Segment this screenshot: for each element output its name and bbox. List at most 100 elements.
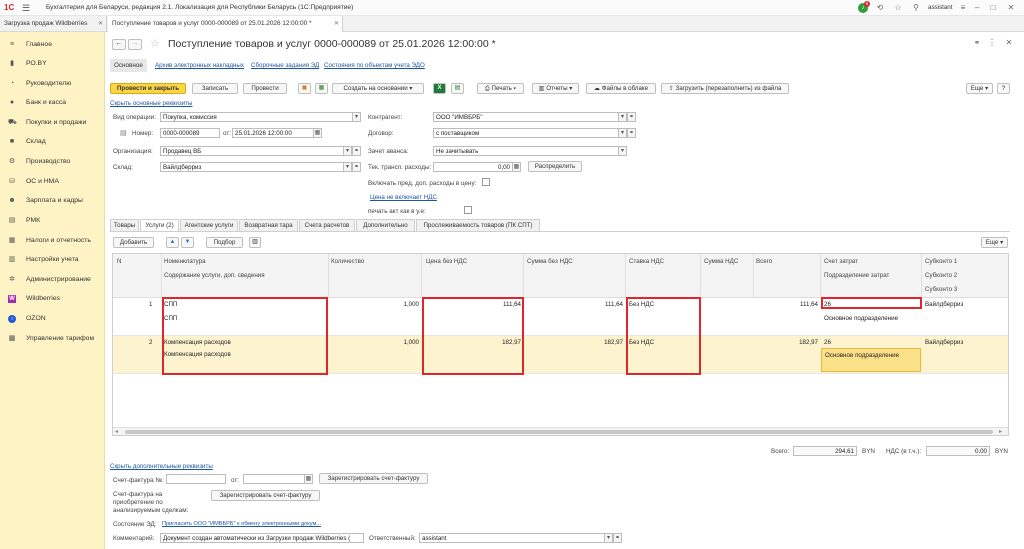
operation-select[interactable]: Покупка, комиссия: [160, 112, 353, 122]
col-n[interactable]: N: [117, 258, 121, 265]
horizontal-scrollbar[interactable]: ◂ ▸: [113, 427, 1008, 435]
account-cell[interactable]: 26: [824, 339, 831, 346]
col-vat-rate[interactable]: Ставка НДС: [629, 258, 664, 265]
help-button[interactable]: ?: [997, 83, 1010, 94]
include-costs-checkbox[interactable]: [482, 178, 490, 186]
favorite-star-icon[interactable]: ☆: [150, 37, 160, 50]
sidebar-item-wildberries[interactable]: W Wildberries: [0, 289, 105, 308]
col-vat-sum[interactable]: Сумма НДС: [704, 258, 738, 265]
chevron-down-icon[interactable]: ▾: [352, 112, 361, 122]
post-and-close-button[interactable]: Провести и закрыть: [110, 83, 186, 94]
invoice-date-field[interactable]: [243, 474, 305, 484]
sidebar-item-accounting-settings[interactable]: ▥ Настройки учета: [0, 250, 105, 269]
sum-cell[interactable]: 111,64: [527, 301, 623, 308]
hide-main-requisites-link[interactable]: Скрыть основные реквизиты: [110, 100, 192, 107]
open-link-icon[interactable]: ⚭: [352, 146, 361, 156]
responsible-field[interactable]: assistant: [419, 533, 605, 543]
division-cell[interactable]: Основное подразделение: [824, 315, 898, 322]
open-link-icon[interactable]: ⚭: [627, 128, 636, 138]
barcode-icon[interactable]: ▥: [249, 237, 261, 248]
transport-field[interactable]: 0,00: [433, 162, 513, 172]
favorites-icon[interactable]: ☆: [893, 3, 903, 12]
open-link-icon[interactable]: ⚭: [613, 533, 622, 543]
print-act-checkbox[interactable]: [464, 206, 472, 214]
price-no-vat-link[interactable]: Цена не включает НДС: [370, 194, 437, 201]
tab-returnable-packaging[interactable]: Возвратная тара: [239, 219, 298, 231]
chevron-down-icon[interactable]: ▾: [343, 162, 352, 172]
calendar-icon[interactable]: ▦: [304, 474, 313, 484]
create-based-button[interactable]: Создать на основании ▾: [332, 83, 424, 94]
warehouse-field[interactable]: Вайлдберриз: [160, 162, 344, 172]
organization-field[interactable]: Продавец ВБ: [160, 146, 344, 156]
post-button[interactable]: Провести: [243, 83, 287, 94]
invoice-number-field[interactable]: [166, 474, 226, 484]
col-account[interactable]: Счет затрат: [824, 258, 858, 265]
tab-settlement-accounts[interactable]: Счета расчетов: [299, 219, 355, 231]
date-field[interactable]: 25.01.2026 12:00:00: [232, 128, 314, 138]
search-icon[interactable]: ⚲: [911, 3, 921, 12]
comment-field[interactable]: Документ создан автоматически из Загрузк…: [160, 533, 364, 543]
open-link-icon[interactable]: ⚭: [352, 162, 361, 172]
open-link-icon[interactable]: ⚭: [627, 112, 636, 122]
pick-button[interactable]: Подбор: [206, 237, 243, 248]
sidebar-item-roby[interactable]: ▮ РО.BY: [0, 54, 105, 73]
col-item-content[interactable]: Содержание услуги, доп. сведения: [164, 272, 265, 279]
user-name[interactable]: assistant: [928, 0, 952, 16]
close-document-icon[interactable]: ✕: [1004, 38, 1014, 47]
contract-field[interactable]: с поставщиком: [433, 128, 619, 138]
subtab-assembly[interactable]: Сборочные задания ЭД: [251, 62, 319, 69]
scroll-right-icon[interactable]: ▸: [999, 428, 1002, 435]
sidebar-item-salary[interactable]: ☻ Зарплата и кадры: [0, 191, 105, 210]
minimize-icon[interactable]: –: [972, 3, 982, 12]
forward-icon[interactable]: →: [128, 39, 142, 50]
col-division[interactable]: Подразделение затрат: [824, 272, 889, 279]
sidebar-item-ozon[interactable]: ○ OZON: [0, 309, 105, 328]
qty-cell[interactable]: 1,000: [331, 301, 419, 308]
close-tab-icon[interactable]: ✕: [334, 16, 339, 32]
subtab-main[interactable]: Основное: [110, 59, 147, 72]
main-menu-icon[interactable]: ☰: [22, 3, 32, 13]
chevron-down-icon[interactable]: ▾: [618, 146, 627, 156]
journal-icon[interactable]: ▦: [315, 83, 328, 94]
col-item[interactable]: Номенклатура: [164, 258, 206, 265]
calendar-icon[interactable]: ▦: [313, 128, 322, 138]
subconto-1-cell[interactable]: Вайлдберриз: [925, 301, 963, 308]
grid-more-button[interactable]: Еще ▾: [981, 237, 1008, 248]
more-icon[interactable]: ⋮: [987, 38, 997, 47]
calculator-icon[interactable]: ▦: [512, 162, 521, 172]
sidebar-item-bank[interactable]: ● Банк и касса: [0, 93, 105, 112]
hide-extra-requisites-link[interactable]: Скрыть дополнительные реквизиты: [110, 463, 213, 470]
col-qty[interactable]: Количество: [331, 258, 364, 265]
tab-goods[interactable]: Товары: [110, 219, 139, 231]
distribute-button[interactable]: Распределить: [528, 161, 582, 172]
move-up-icon[interactable]: ▲: [166, 237, 179, 248]
chevron-down-icon[interactable]: ▾: [604, 533, 613, 543]
scroll-left-icon[interactable]: ◂: [115, 428, 118, 435]
total-cell[interactable]: 182,97: [756, 339, 818, 346]
sidebar-item-admin[interactable]: ✲ Администрирование: [0, 270, 105, 289]
col-subconto-3[interactable]: Субконто 3: [925, 286, 957, 293]
advance-select[interactable]: Не зачитывать: [433, 146, 619, 156]
tab-additional[interactable]: Дополнительно: [356, 219, 415, 231]
sidebar-item-tariff[interactable]: ▩ Управление тарифом: [0, 329, 105, 348]
col-sum[interactable]: Сумма без НДС: [527, 258, 573, 265]
sidebar-item-production[interactable]: ⚙ Производство: [0, 152, 105, 171]
cloud-files-button[interactable]: ☁ Файлы в облаке: [586, 83, 656, 94]
app-tab-receipt[interactable]: Поступление товаров и услуг 0000-000089 …: [108, 16, 343, 32]
col-total[interactable]: Всего: [756, 258, 772, 265]
chevron-down-icon[interactable]: ▾: [618, 128, 627, 138]
total-cell[interactable]: 111,64: [756, 301, 818, 308]
chevron-down-icon[interactable]: ▾: [343, 146, 352, 156]
back-icon[interactable]: ←: [112, 39, 126, 50]
register-invoice-button[interactable]: Зарегистрировать счет-фактуру: [319, 473, 428, 484]
print-button[interactable]: ⎙ Печать ▾: [477, 83, 524, 94]
structure-icon[interactable]: ▣: [298, 83, 311, 94]
subtab-edo-states[interactable]: Состояния по объектам учета ЭДО: [324, 62, 425, 69]
sidebar-item-assets[interactable]: ⛁ ОС и НМА: [0, 172, 105, 191]
history-icon[interactable]: ⟲: [875, 3, 885, 12]
tab-agent-services[interactable]: Агентские услуги: [180, 219, 238, 231]
scroll-thumb[interactable]: [125, 430, 993, 434]
excel-export-icon[interactable]: ▤: [451, 83, 464, 94]
app-tab-wildberries-load[interactable]: Загрузка продаж Wildberries ✕: [0, 16, 107, 32]
sidebar-item-purchases[interactable]: ⛟ Покупки и продажи: [0, 113, 105, 132]
